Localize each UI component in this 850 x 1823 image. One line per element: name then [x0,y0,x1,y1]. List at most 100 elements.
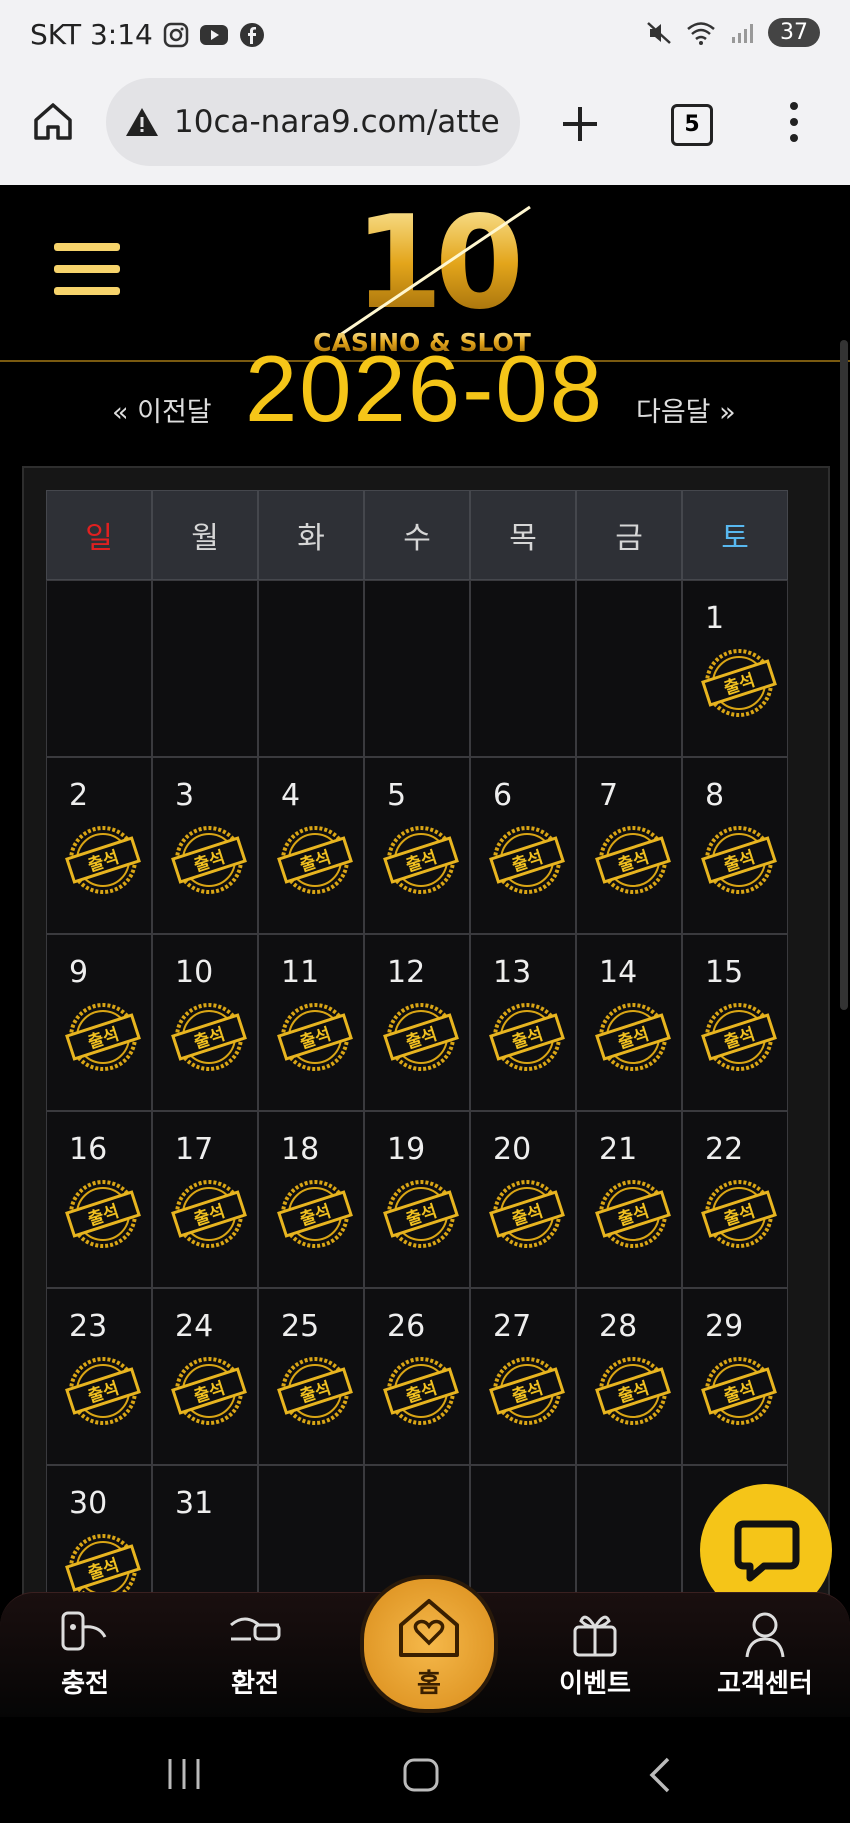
attendance-stamp-icon: 출석 [383,1003,459,1071]
weekday-mon: 월 [152,490,258,580]
attendance-stamp-icon: 출석 [489,1357,565,1425]
nav-exchange[interactable]: 환전 [190,1593,320,1700]
calendar-day[interactable]: 20 출석 [470,1111,576,1288]
attendance-stamp-icon: 출석 [383,826,459,894]
attendance-stamp-icon: 출석 [489,1003,565,1071]
calendar-day[interactable]: 14 출석 [576,934,682,1111]
calendar-empty-cell [258,580,364,757]
calendar-week: 9 출석 10 출석 11 출석 12 출석 13 출석 14 출석 15 출석 [46,934,804,1111]
nav-charge[interactable]: 충전 [20,1593,150,1700]
calendar-day[interactable]: 2 출석 [46,757,152,934]
address-bar[interactable]: 10ca-nara9.com/atte [106,78,520,166]
calendar-day[interactable]: 19 출석 [364,1111,470,1288]
weekday-tue: 화 [258,490,364,580]
calendar-day[interactable]: 24 출석 [152,1288,258,1465]
status-bar: SKT 3:14 37 [0,0,850,70]
home-icon[interactable] [32,100,74,142]
attendance-stamp-icon: 출석 [65,826,141,894]
calendar-day[interactable]: 6 출석 [470,757,576,934]
attendance-stamp-icon: 출석 [65,1180,141,1248]
calendar-day[interactable]: 27 출석 [470,1288,576,1465]
weekday-fri: 금 [576,490,682,580]
day-number: 17 [175,1132,214,1167]
nav-charge-label: 충전 [61,1669,109,1699]
attendance-stamp-icon: 출석 [595,1357,671,1425]
calendar-empty-cell [152,580,258,757]
day-number: 27 [493,1309,532,1344]
nav-home-button[interactable]: 홈 [360,1575,498,1713]
calendar-day[interactable]: 13 출석 [470,934,576,1111]
calendar-week: 16 출석 17 출석 18 출석 19 출석 20 출석 21 출석 22 출석 [46,1111,804,1288]
attendance-stamp-icon: 출석 [595,826,671,894]
calendar-day[interactable]: 17 출석 [152,1111,258,1288]
nav-event[interactable]: 이벤트 [530,1593,660,1700]
page-scrollbar[interactable] [840,340,848,1010]
nav-support[interactable]: 고객센터 [700,1593,830,1700]
calendar-day[interactable]: 15 출석 [682,934,788,1111]
attendance-stamp-icon: 출석 [277,1180,353,1248]
attendance-stamp-icon: 출석 [383,1357,459,1425]
day-number: 11 [281,955,320,990]
month-title: 2026-08 [245,336,604,441]
day-number: 25 [281,1309,320,1344]
calendar-day[interactable]: 11 출석 [258,934,364,1111]
next-month-link[interactable]: 다음달 » [636,390,736,429]
back-icon[interactable] [648,1755,672,1795]
calendar-day[interactable]: 10 출석 [152,934,258,1111]
system-navigation-bar [0,1717,850,1823]
attendance-stamp-icon: 출석 [595,1003,671,1071]
day-number: 26 [387,1309,426,1344]
calendar-day[interactable]: 22 출석 [682,1111,788,1288]
day-number: 20 [493,1132,532,1167]
prev-month-link[interactable]: « 이전달 [112,390,212,429]
weekday-thu: 목 [470,490,576,580]
home-heart-icon [399,1599,459,1657]
menu-icon[interactable] [54,243,120,303]
attendance-stamp-icon: 출석 [701,1003,777,1071]
calendar-day[interactable]: 26 출석 [364,1288,470,1465]
calendar-week: 1 출석 [46,580,804,757]
day-number: 6 [493,778,513,813]
more-menu-icon[interactable] [786,100,802,144]
recent-apps-icon[interactable] [166,1757,202,1791]
day-number: 5 [387,778,407,813]
calendar-day[interactable]: 16 출석 [46,1111,152,1288]
calendar-day[interactable]: 4 출석 [258,757,364,934]
site-logo[interactable]: 10 CASINO & SLOT [300,185,570,360]
attendance-stamp-icon: 출석 [171,1003,247,1071]
calendar-empty-cell [576,580,682,757]
calendar-day[interactable]: 12 출석 [364,934,470,1111]
logo-graphic: 10 CASINO & SLOT [313,189,531,357]
svg-text:10: 10 [354,189,518,338]
calendar-day[interactable]: 7 출석 [576,757,682,934]
calendar-day[interactable]: 29 출석 [682,1288,788,1465]
tab-switcher-button[interactable]: 5 [671,104,713,146]
battery-indicator: 37 [768,18,820,47]
url-text[interactable]: 10ca-nara9.com/atte [174,104,504,140]
day-number: 7 [599,778,619,813]
calendar-day[interactable]: 18 출석 [258,1111,364,1288]
calendar-day[interactable]: 1 출석 [682,580,788,757]
attendance-calendar: 일 월 화 수 목 금 토 1 출석 2 출석 3 출석 4 출석 5 출석 6 출석 7 출석 8 출석 9 출… [46,490,804,1642]
calendar-day[interactable]: 28 출석 [576,1288,682,1465]
calendar-day[interactable]: 8 출석 [682,757,788,934]
attendance-stamp-icon: 출석 [489,826,565,894]
attendance-stamp-icon: 출석 [171,1357,247,1425]
day-number: 12 [387,955,426,990]
attendance-stamp-icon: 출석 [701,826,777,894]
warning-icon[interactable] [124,106,160,138]
calendar-day[interactable]: 9 출석 [46,934,152,1111]
day-number: 13 [493,955,532,990]
calendar-day[interactable]: 3 출석 [152,757,258,934]
calendar-day[interactable]: 25 출석 [258,1288,364,1465]
calendar-day[interactable]: 21 출석 [576,1111,682,1288]
calendar-day[interactable]: 5 출석 [364,757,470,934]
home-square-icon[interactable] [402,1757,440,1793]
attendance-stamp-icon: 출석 [65,1003,141,1071]
attendance-stamp-icon: 출석 [171,826,247,894]
attendance-stamp-icon: 출석 [701,649,777,717]
new-tab-icon[interactable] [560,104,600,144]
calendar-day[interactable]: 23 출석 [46,1288,152,1465]
browser-toolbar: 10ca-nara9.com/atte 5 [0,70,850,185]
day-number: 10 [175,955,214,990]
